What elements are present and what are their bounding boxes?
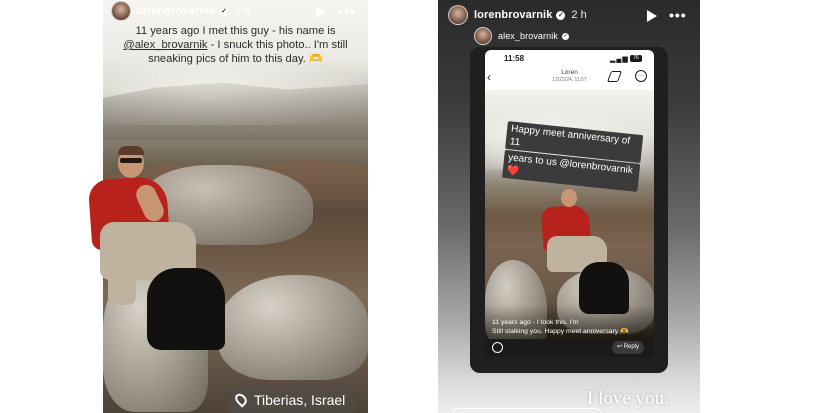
reshared-username[interactable]: alex_brovarnik	[498, 31, 558, 41]
chat-date: 12/22/24, 11:57	[552, 77, 587, 83]
post-time: 2 h	[234, 5, 250, 17]
status-time: 11:58	[504, 54, 525, 63]
more-options-icon[interactable]: •••	[338, 4, 356, 18]
camera-icon[interactable]	[492, 342, 503, 353]
reply-input[interactable]	[452, 408, 602, 413]
chat-name: Loren	[561, 69, 578, 76]
left-story-header: lorenbrovarnik ✓ 2 h	[111, 1, 250, 21]
footer-text: I love you.	[587, 388, 669, 409]
verified-badge-icon: ✓	[556, 10, 566, 20]
black-bag	[147, 268, 225, 350]
reshare-header: alex_brovarnik ✓	[474, 27, 569, 45]
location-label: Tiberias, Israel	[254, 392, 346, 408]
caption-line: Still stalking you. Happy meet anniversa…	[492, 328, 629, 335]
avatar[interactable]	[474, 27, 492, 45]
reply-label: Reply	[623, 344, 640, 350]
caption-text: - I snuck this photo.. I'm still	[207, 39, 348, 51]
play-icon[interactable]	[316, 6, 326, 18]
sunglasses	[120, 158, 142, 163]
username[interactable]: lorenbrovarnik	[137, 5, 215, 17]
caption-line: sneaking pics of him to this day. 🫶	[148, 53, 323, 65]
play-icon[interactable]	[647, 10, 657, 22]
location-pin-icon	[232, 390, 250, 408]
person-head	[561, 189, 577, 207]
story-caption: 11 years ago I met this guy - his name i…	[103, 24, 368, 66]
caption-line: 11 years ago - I took this. I'm	[492, 319, 579, 326]
reply-button[interactable]: ↩ Reply	[612, 341, 645, 354]
avatar[interactable]	[111, 1, 131, 21]
caption-line: @alex_brovarnik - I snuck this photo.. I…	[103, 38, 368, 52]
right-story-header: lorenbrovarnik ✓ 2 h	[448, 5, 587, 25]
verified-badge-icon: ✓	[561, 32, 569, 40]
location-sticker[interactable]: Tiberias, Israel	[228, 387, 356, 413]
rock	[218, 275, 368, 380]
post-time: 2 h	[571, 9, 587, 21]
username[interactable]: lorenbrovarnik	[474, 9, 552, 21]
caption-line: 11 years ago I met this guy - his name i…	[135, 25, 336, 37]
more-icon[interactable]: …	[635, 70, 647, 82]
person-hair	[118, 146, 144, 155]
person-leg	[108, 250, 136, 305]
more-options-icon[interactable]: •••	[669, 8, 687, 22]
verified-badge-icon: ✓	[219, 6, 229, 16]
battery-icon: 76	[630, 55, 642, 62]
avatar[interactable]	[448, 5, 468, 25]
mention-link[interactable]: @alex_brovarnik	[123, 39, 207, 51]
inner-caption: 11 years ago - I took this. I'm Still st…	[492, 318, 652, 336]
